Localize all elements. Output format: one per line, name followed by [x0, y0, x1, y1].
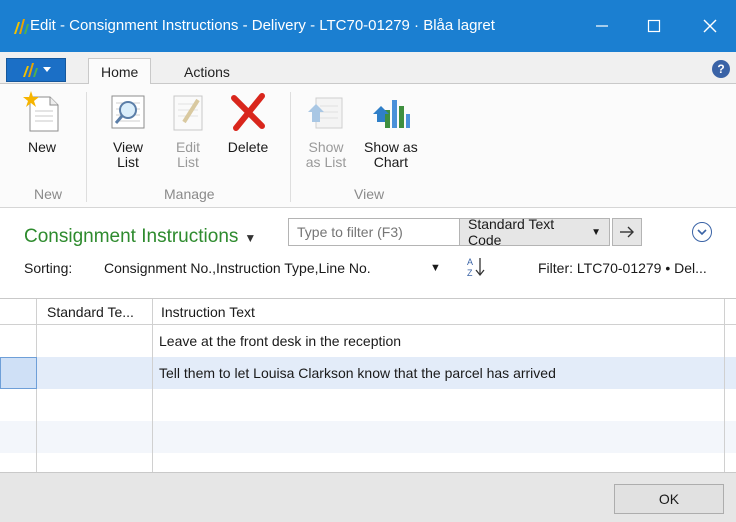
standard-text-cell[interactable] — [37, 421, 153, 453]
maximize-icon — [647, 19, 661, 33]
view-list-button[interactable]: View List — [106, 90, 150, 170]
chevron-down-icon — [697, 229, 707, 236]
show-as-chart-icon — [372, 100, 410, 128]
application-menu-button[interactable] — [6, 58, 66, 82]
instruction-text-cell[interactable]: Tell them to let Louisa Clarkson know th… — [153, 357, 725, 389]
minimize-button[interactable] — [576, 0, 628, 52]
row-selector[interactable] — [0, 325, 37, 357]
row-selector[interactable] — [0, 357, 37, 389]
new-button[interactable]: New — [20, 90, 64, 155]
column-header-filler — [725, 299, 736, 325]
ok-button[interactable]: OK — [614, 484, 724, 514]
maximize-button[interactable] — [628, 0, 680, 52]
table-row[interactable] — [0, 421, 736, 453]
edit-list-label: Edit List — [175, 139, 201, 170]
filter-field-select[interactable]: Standard Text Code ▼ — [460, 216, 610, 248]
standard-text-cell[interactable] — [37, 325, 153, 357]
standard-text-cell[interactable] — [37, 357, 153, 389]
standard-text-cell — [37, 453, 153, 473]
dynamics-nav-logo-icon — [23, 63, 38, 77]
chevron-down-icon — [43, 67, 51, 72]
svg-text:A: A — [467, 257, 473, 267]
row-selector[interactable] — [0, 421, 37, 453]
title-bar: Edit - Consignment Instructions - Delive… — [0, 0, 736, 52]
table-row[interactable]: Tell them to let Louisa Clarkson know th… — [0, 357, 736, 389]
instruction-text-cell[interactable]: Leave at the front desk in the reception — [153, 325, 725, 357]
group-label-view: View — [354, 186, 385, 202]
row-selector — [0, 453, 37, 473]
filler-cell — [725, 421, 736, 453]
filler-cell — [725, 389, 736, 421]
group-label-new: New — [34, 186, 63, 202]
svg-text:Z: Z — [467, 268, 473, 278]
show-as-chart-button[interactable]: Show as Chart — [364, 90, 418, 170]
instruction-text-cell[interactable] — [153, 389, 725, 421]
tab-actions[interactable]: Actions — [172, 58, 242, 85]
chevron-down-icon[interactable]: ▼ — [430, 262, 441, 274]
row-selector-header — [0, 299, 37, 325]
dynamics-nav-logo-icon — [14, 19, 29, 34]
filler-cell — [725, 325, 736, 357]
column-header-instruction-text[interactable]: Instruction Text — [153, 299, 725, 325]
edit-list-button[interactable]: Edit List — [166, 90, 210, 170]
ribbon-tabs: Home Actions ? — [0, 52, 736, 85]
minimize-icon — [596, 25, 608, 27]
new-document-icon — [23, 91, 59, 132]
sorting-select[interactable]: Consignment No.,Instruction Type,Line No… — [104, 260, 371, 276]
ribbon: New New View List Edit List Delete Manag… — [0, 84, 736, 208]
show-as-list-label: Show as List — [305, 139, 347, 170]
table-row[interactable]: Leave at the front desk in the reception — [0, 325, 736, 357]
new-button-label: New — [27, 139, 56, 155]
row-selector[interactable] — [0, 389, 37, 421]
apply-filter-button[interactable] — [612, 218, 642, 246]
show-as-list-icon — [308, 97, 343, 129]
filter-summary: Filter: LTC70-01279 • Del... — [538, 260, 707, 276]
chevron-down-icon: ▼ — [244, 231, 257, 245]
close-button[interactable] — [684, 0, 736, 52]
expand-filter-button[interactable] — [692, 222, 712, 242]
dialog-footer: OK — [0, 472, 736, 522]
instructions-grid: Standard Te... Instruction Text Leave at… — [0, 298, 736, 473]
chevron-down-icon: ▼ — [591, 226, 601, 238]
close-icon — [703, 19, 717, 33]
ribbon-separator — [290, 92, 291, 202]
filter-field-value: Standard Text Code — [468, 216, 555, 248]
sort-ascending-icon[interactable]: A Z — [466, 256, 486, 278]
column-header-standard-text[interactable]: Standard Te... — [37, 299, 153, 325]
sorting-label: Sorting: — [24, 260, 73, 276]
page-title: Consignment Instructions — [24, 226, 239, 247]
delete-label: Delete — [227, 139, 269, 155]
delete-button[interactable]: Delete — [226, 90, 270, 155]
view-list-label: View List — [112, 139, 144, 170]
ribbon-separator — [86, 92, 87, 202]
filter-input[interactable] — [288, 218, 460, 246]
group-label-manage: Manage — [164, 186, 215, 202]
page-header: Consignment Instructions ▼ Standard Text … — [0, 208, 736, 298]
window-title: Edit - Consignment Instructions - Delive… — [30, 17, 495, 34]
show-as-list-button[interactable]: Show as List — [304, 90, 348, 170]
instruction-text-cell[interactable] — [153, 421, 725, 453]
show-as-chart-label: Show as Chart — [364, 139, 418, 170]
table-row — [0, 453, 736, 473]
help-button[interactable]: ? — [712, 60, 730, 78]
arrow-right-icon — [620, 226, 634, 238]
page-title-menu[interactable]: Consignment Instructions ▼ — [24, 226, 256, 248]
delete-icon — [231, 93, 265, 131]
instruction-text-cell — [153, 453, 725, 473]
view-list-icon — [111, 95, 145, 129]
edit-list-icon — [173, 95, 203, 131]
table-row[interactable] — [0, 389, 736, 421]
standard-text-cell[interactable] — [37, 389, 153, 421]
tab-home[interactable]: Home — [88, 58, 152, 85]
filler-cell — [725, 357, 736, 389]
